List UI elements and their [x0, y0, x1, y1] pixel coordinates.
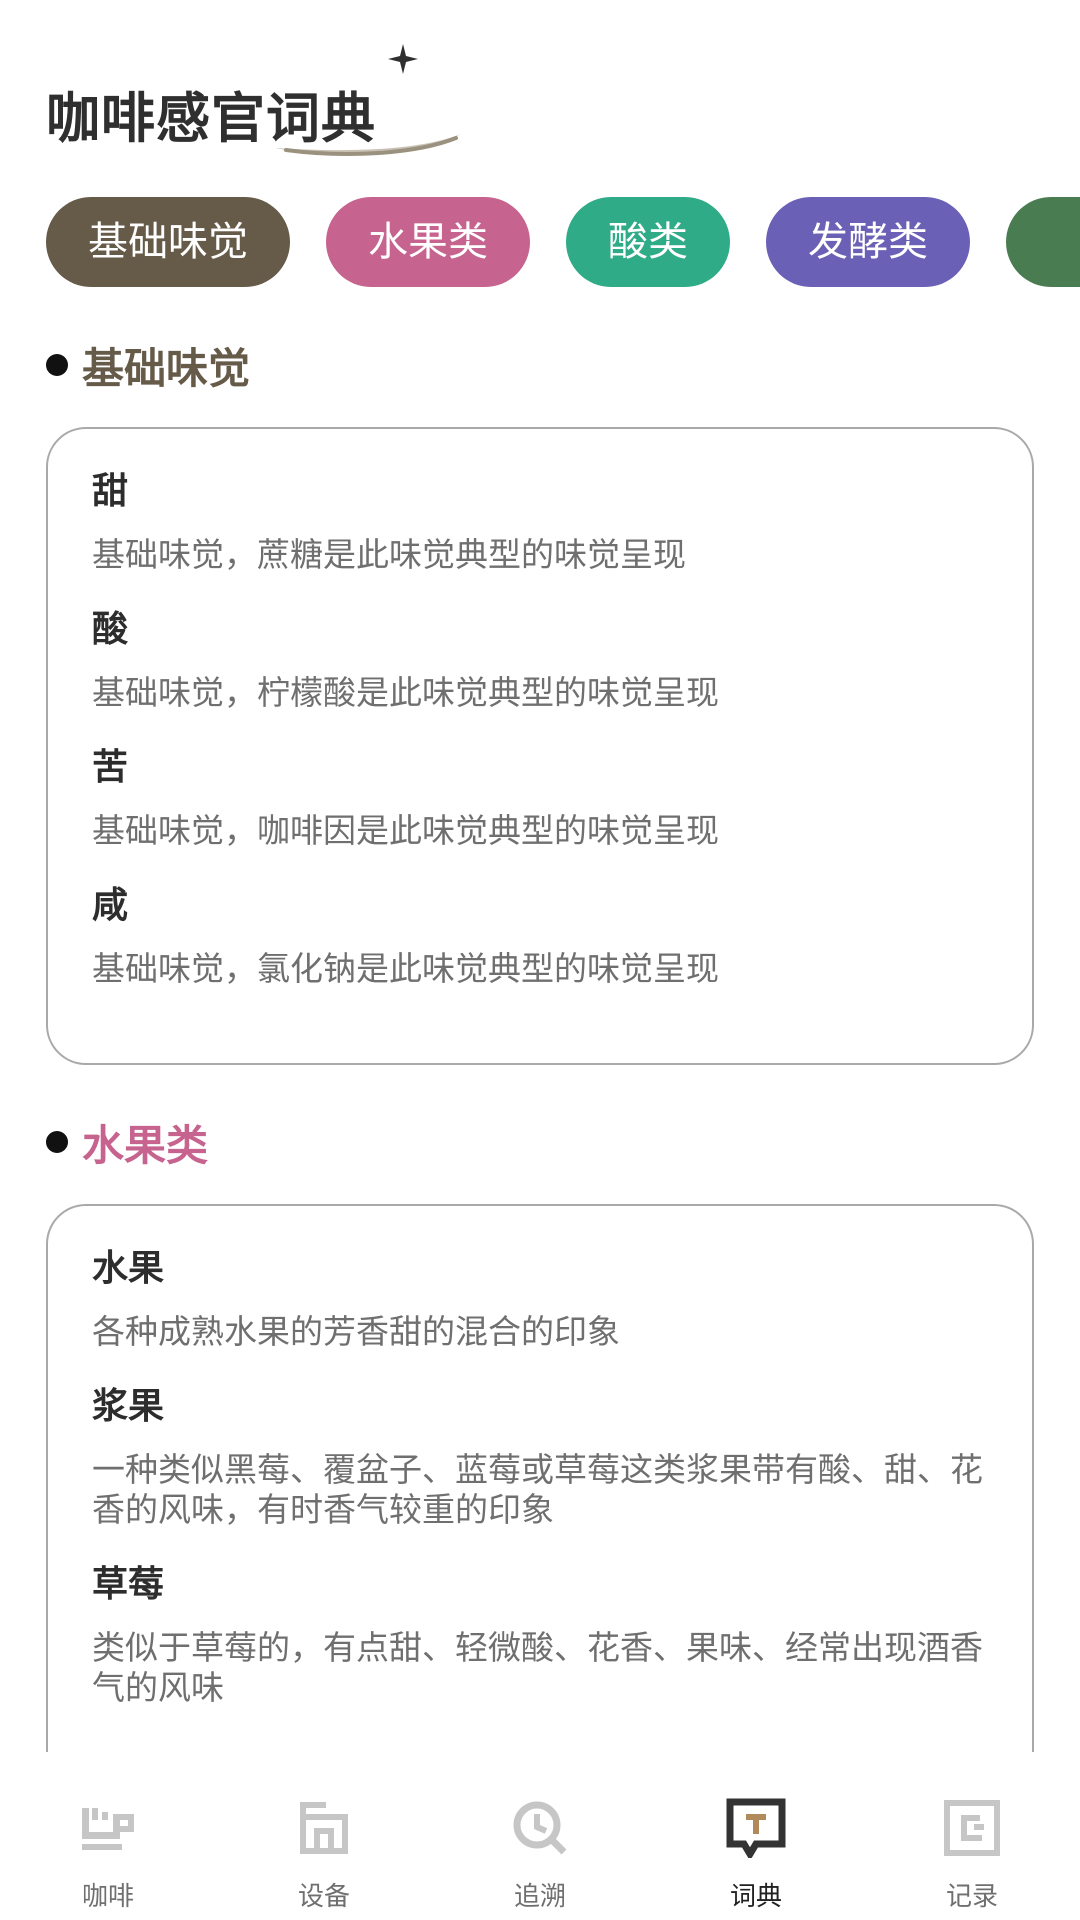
equipment-icon	[300, 1802, 348, 1854]
bullet-dot	[46, 1131, 68, 1153]
sparkle-icon	[388, 44, 418, 74]
trace-icon	[513, 1801, 567, 1855]
term-name: 浆果	[92, 1386, 165, 1427]
coffee-cup-icon	[82, 1808, 134, 1850]
term-item[interactable]: 酸 基础味觉，柠檬酸是此味觉典型的味觉呈现	[92, 605, 988, 713]
term-item[interactable]: 甜 基础味觉，蔗糖是此味觉典型的味觉呈现	[92, 467, 988, 575]
section-header-basic-taste: 基础味觉	[46, 335, 250, 395]
term-card-fruit: 水果 各种成熟水果的芳香甜的混合的印象 浆果 一种类似黑莓、覆盆子、蓝莓或草莓这…	[46, 1204, 1034, 1752]
category-tab-basic-taste[interactable]: 基础味觉	[46, 197, 290, 287]
term-name: 水果	[92, 1248, 165, 1289]
category-tab-fermented[interactable]: 发酵类	[766, 197, 970, 287]
nav-item-equipment[interactable]: 设备	[216, 1752, 432, 1920]
dictionary-icon	[726, 1798, 786, 1858]
term-name: 咸	[92, 885, 129, 926]
term-item[interactable]: 苦 基础味觉，咖啡因是此味觉典型的味觉呈现	[92, 743, 988, 851]
term-description: 各种成熟水果的芳香甜的混合的印象	[92, 1312, 620, 1351]
term-item[interactable]: 水果 各种成熟水果的芳香甜的混合的印象	[92, 1244, 988, 1352]
term-name: 甜	[92, 471, 129, 512]
nav-label: 词典	[729, 1882, 782, 1912]
category-tab-fruit[interactable]: 水果类	[326, 197, 530, 287]
dictionary-page: 咖啡感官词典 基础味觉 水果类 酸类 发酵类 基础味觉 甜 基础味觉，蔗糖是此味…	[0, 0, 1080, 1920]
section-header-fruit: 水果类	[46, 1112, 208, 1172]
bottom-navigation: 咖啡 设备 追溯 词典 记录	[0, 1752, 1080, 1920]
nav-item-record[interactable]: 记录	[864, 1752, 1080, 1920]
bullet-dot	[46, 354, 68, 376]
section-title: 基础味觉	[82, 343, 251, 393]
term-name: 酸	[92, 609, 129, 650]
category-tab-acid[interactable]: 酸类	[566, 197, 730, 287]
nav-label: 咖啡	[81, 1882, 134, 1912]
term-description: 基础味觉，柠檬酸是此味觉典型的味觉呈现	[92, 673, 719, 712]
term-item[interactable]: 咸 基础味觉，氯化钠是此味觉典型的味觉呈现	[92, 881, 988, 989]
app-title: 咖啡感官词典	[46, 87, 376, 150]
term-description: 基础味觉，氯化钠是此味觉典型的味觉呈现	[92, 949, 719, 988]
term-description: 类似于草莓的，有点甜、轻微酸、花香、果味、经常出现酒香气的风味	[92, 1628, 983, 1707]
term-description: 基础味觉，咖啡因是此味觉典型的味觉呈现	[92, 811, 719, 850]
term-card-basic-taste: 甜 基础味觉，蔗糖是此味觉典型的味觉呈现 酸 基础味觉，柠檬酸是此味觉典型的味觉…	[46, 427, 1034, 1065]
term-item[interactable]: 浆果 一种类似黑莓、覆盆子、蓝莓或草莓这类浆果带有酸、甜、花香的风味，有时香气较…	[92, 1382, 988, 1530]
header: 咖啡感官词典	[46, 40, 461, 156]
nav-item-dictionary[interactable]: 词典	[648, 1752, 864, 1920]
nav-item-trace[interactable]: 追溯	[432, 1752, 648, 1920]
term-item[interactable]: 草莓 类似于草莓的，有点甜、轻微酸、花香、果味、经常出现酒香气的风味	[92, 1560, 988, 1708]
nav-label: 设备	[297, 1882, 350, 1912]
nav-label: 记录	[945, 1882, 998, 1912]
term-name: 苦	[92, 747, 129, 788]
term-name: 草莓	[92, 1564, 165, 1605]
term-description: 基础味觉，蔗糖是此味觉典型的味觉呈现	[92, 535, 686, 574]
record-icon	[944, 1800, 1000, 1856]
category-tab-next[interactable]	[1006, 197, 1080, 287]
category-tabs: 基础味觉 水果类 酸类 发酵类	[46, 197, 1080, 287]
nav-item-coffee[interactable]: 咖啡	[0, 1752, 216, 1920]
section-title: 水果类	[82, 1120, 209, 1170]
nav-label: 追溯	[513, 1882, 566, 1912]
term-description: 一种类似黑莓、覆盆子、蓝莓或草莓这类浆果带有酸、甜、花香的风味，有时香气较重的印…	[92, 1450, 983, 1529]
